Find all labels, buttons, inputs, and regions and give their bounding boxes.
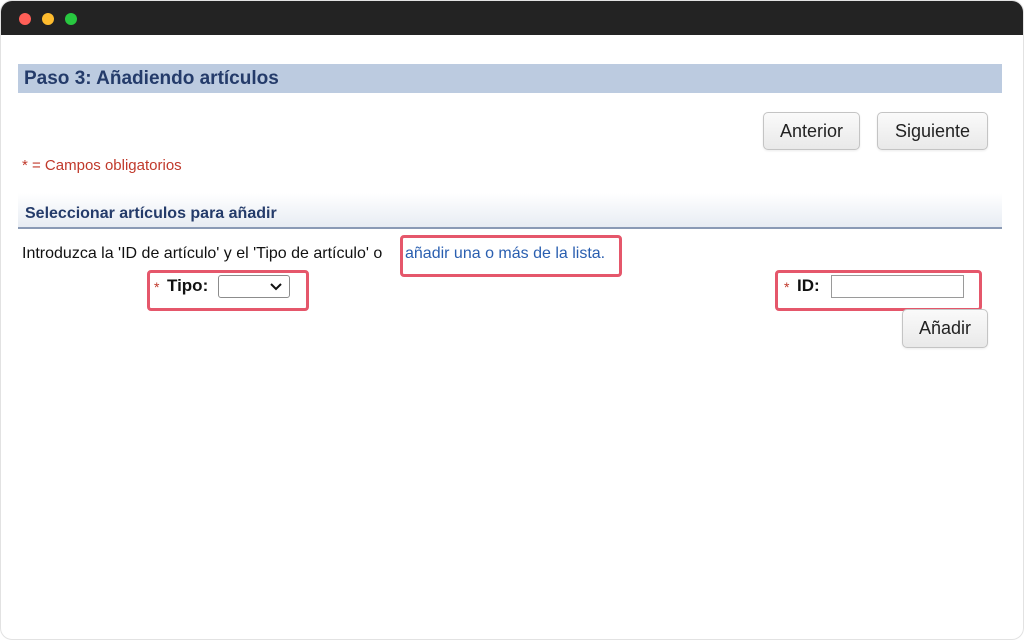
step-title: Paso 3: Añadiendo artículos xyxy=(18,64,1002,93)
close-window-button[interactable] xyxy=(19,13,31,25)
browser-window: Paso 3: Añadiendo artículos Anterior Sig… xyxy=(0,0,1024,640)
next-button[interactable]: Siguiente xyxy=(877,112,988,150)
previous-button[interactable]: Anterior xyxy=(763,112,860,150)
intro-text: Introduzca la 'ID de artículo' y el 'Tip… xyxy=(22,245,383,262)
required-fields-note: * = Campos obligatorios xyxy=(22,157,182,174)
maximize-window-button[interactable] xyxy=(65,13,77,25)
window-titlebar xyxy=(1,1,1023,35)
highlight-tipo-box xyxy=(147,270,309,311)
add-button[interactable]: Añadir xyxy=(902,309,988,348)
minimize-window-button[interactable] xyxy=(42,13,54,25)
highlight-id-box xyxy=(775,270,982,311)
highlight-link-box xyxy=(400,235,622,277)
section-title: Seleccionar artículos para añadir xyxy=(18,193,1002,229)
